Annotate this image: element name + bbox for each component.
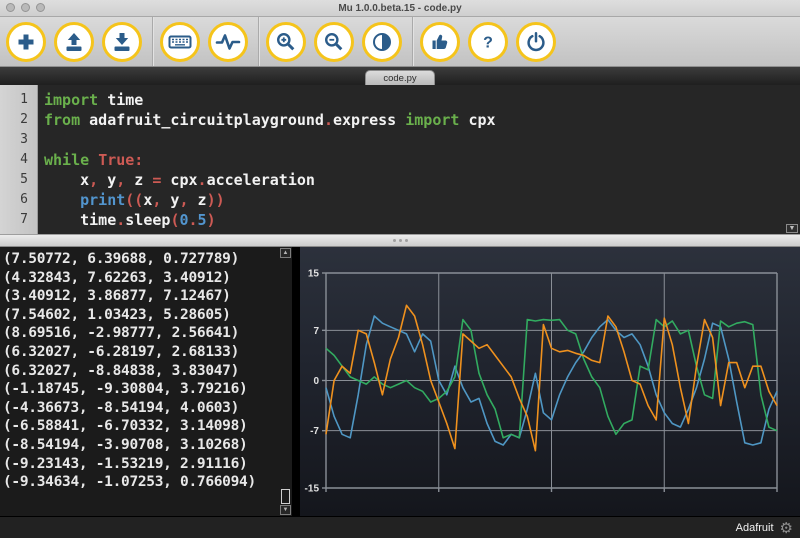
zoom-out-button[interactable] — [314, 21, 354, 62]
toolbar-separator — [152, 17, 154, 66]
line-number: 2 — [20, 112, 28, 127]
line-number: 6 — [20, 192, 28, 207]
line-number: 4 — [20, 152, 28, 167]
console-scroll-up-button[interactable]: ▲ — [280, 248, 291, 258]
check-button[interactable] — [420, 21, 460, 62]
serial-console[interactable]: (7.50772, 6.39688, 0.727789) (4.32843, 7.… — [0, 247, 292, 516]
help-button[interactable]: ? — [468, 21, 508, 62]
zoom-button[interactable] — [36, 3, 45, 12]
toolbar-separator — [258, 17, 260, 66]
console-line: (8.69516, -2.98777, 2.56641) — [3, 325, 240, 342]
y-tick-label: 15 — [308, 269, 320, 280]
theme-button[interactable] — [362, 21, 402, 62]
code-editor[interactable]: 1 2 3 4 5 6 7 import time from adafruit_circuit… — [0, 85, 800, 234]
svg-text:?: ? — [483, 34, 493, 51]
console-lines: (7.50772, 6.39688, 0.727789) (4.32843, 7.… — [3, 250, 292, 492]
console-line: (7.50772, 6.39688, 0.727789) — [3, 251, 240, 267]
splitter-grip — [392, 239, 396, 242]
power-icon — [524, 30, 548, 54]
line-number-gutter: 1 2 3 4 5 6 7 — [0, 85, 38, 234]
console-line: (4.32843, 7.62263, 3.40912) — [3, 269, 231, 286]
toolbar: ? — [0, 17, 800, 67]
line-number: 7 — [20, 212, 28, 227]
code-line: x, y, z = cpx.acceleration — [44, 171, 315, 189]
console-line: (-8.54194, -3.90708, 3.10268) — [3, 436, 248, 453]
code-line: while True: — [44, 151, 144, 169]
y-tick-label: -15 — [305, 484, 320, 495]
upload-icon — [62, 30, 86, 54]
console-scroll-down-button[interactable]: ▼ — [280, 505, 291, 515]
plotter-pane: 15 7 0 -7 -15 — [300, 247, 800, 516]
question-icon: ? — [476, 30, 500, 54]
save-button[interactable] — [102, 21, 142, 62]
y-tick-label: -7 — [310, 426, 319, 437]
zoom-in-icon — [274, 30, 298, 54]
load-button[interactable] — [54, 21, 94, 62]
quit-button[interactable] — [516, 21, 556, 62]
plotter-button[interactable] — [208, 21, 248, 62]
toolbar-separator — [412, 17, 414, 66]
pulse-icon — [215, 30, 241, 54]
console-line: (-9.34634, -1.07253, 0.766094) — [3, 474, 256, 491]
zoom-out-icon — [322, 30, 346, 54]
tab-code-py[interactable]: code.py — [365, 70, 435, 85]
line-number: 3 — [20, 132, 28, 147]
editor-scroll-down-button[interactable]: ▼ — [786, 224, 798, 233]
console-line: (-9.23143, -1.53219, 2.91116) — [3, 455, 248, 472]
plus-icon — [14, 30, 38, 54]
mu-editor-window: Mu 1.0.0.beta.15 - code.py ? code.py 1 2 3… — [0, 0, 800, 538]
keyboard-icon — [167, 30, 193, 54]
mode-label: Adafruit — [735, 522, 774, 534]
code-line: import time — [44, 91, 144, 109]
gear-icon[interactable]: ⚙ — [780, 521, 793, 536]
thumbs-up-icon — [428, 30, 452, 54]
close-button[interactable] — [6, 3, 15, 12]
console-scrollbar-thumb[interactable] — [281, 489, 290, 504]
console-line: (-4.36673, -8.54194, 4.0603) — [3, 399, 240, 416]
bottom-panes: (7.50772, 6.39688, 0.727789) (4.32843, 7.… — [0, 247, 800, 516]
console-line: (-1.18745, -9.30804, 3.79216) — [3, 381, 248, 398]
minimize-button[interactable] — [21, 3, 30, 12]
window-title: Mu 1.0.0.beta.15 - code.py — [338, 2, 462, 14]
horizontal-splitter[interactable] — [0, 234, 800, 247]
code-line: time.sleep(0.5) — [44, 211, 216, 229]
console-line: (3.40912, 3.86877, 7.12467) — [3, 288, 231, 305]
line-number: 5 — [20, 172, 28, 187]
titlebar[interactable]: Mu 1.0.0.beta.15 - code.py — [0, 0, 800, 17]
new-button[interactable] — [6, 21, 46, 62]
contrast-icon — [370, 30, 394, 54]
download-icon — [110, 30, 134, 54]
splitter-grip — [398, 239, 402, 242]
tab-label: code.py — [383, 72, 417, 84]
tabbar: code.py — [0, 67, 800, 85]
console-line: (7.54602, 1.03423, 5.28605) — [3, 306, 231, 323]
line-number: 1 — [20, 92, 28, 107]
code-line: from adafruit_circuitplayground.express … — [44, 111, 496, 129]
console-line: (6.32027, -6.28197, 2.68133) — [3, 343, 240, 360]
traffic-lights — [6, 3, 45, 12]
console-line: (6.32027, -8.84838, 3.83047) — [3, 362, 240, 379]
repl-button[interactable] — [160, 21, 200, 62]
y-tick-label: 0 — [313, 376, 319, 387]
pane-divider[interactable] — [292, 247, 300, 516]
plotter-chart: 15 7 0 -7 -15 — [305, 269, 778, 495]
statusbar: Adafruit ⚙ — [0, 516, 800, 538]
zoom-in-button[interactable] — [266, 21, 306, 62]
splitter-grip — [404, 239, 408, 242]
code-area[interactable]: import time from adafruit_circuitplaygrou… — [38, 85, 800, 234]
code-line: print((x, y, z)) — [80, 191, 225, 209]
console-line: (-6.58841, -6.70332, 3.14098) — [3, 418, 248, 435]
y-tick-label: 7 — [313, 326, 319, 337]
